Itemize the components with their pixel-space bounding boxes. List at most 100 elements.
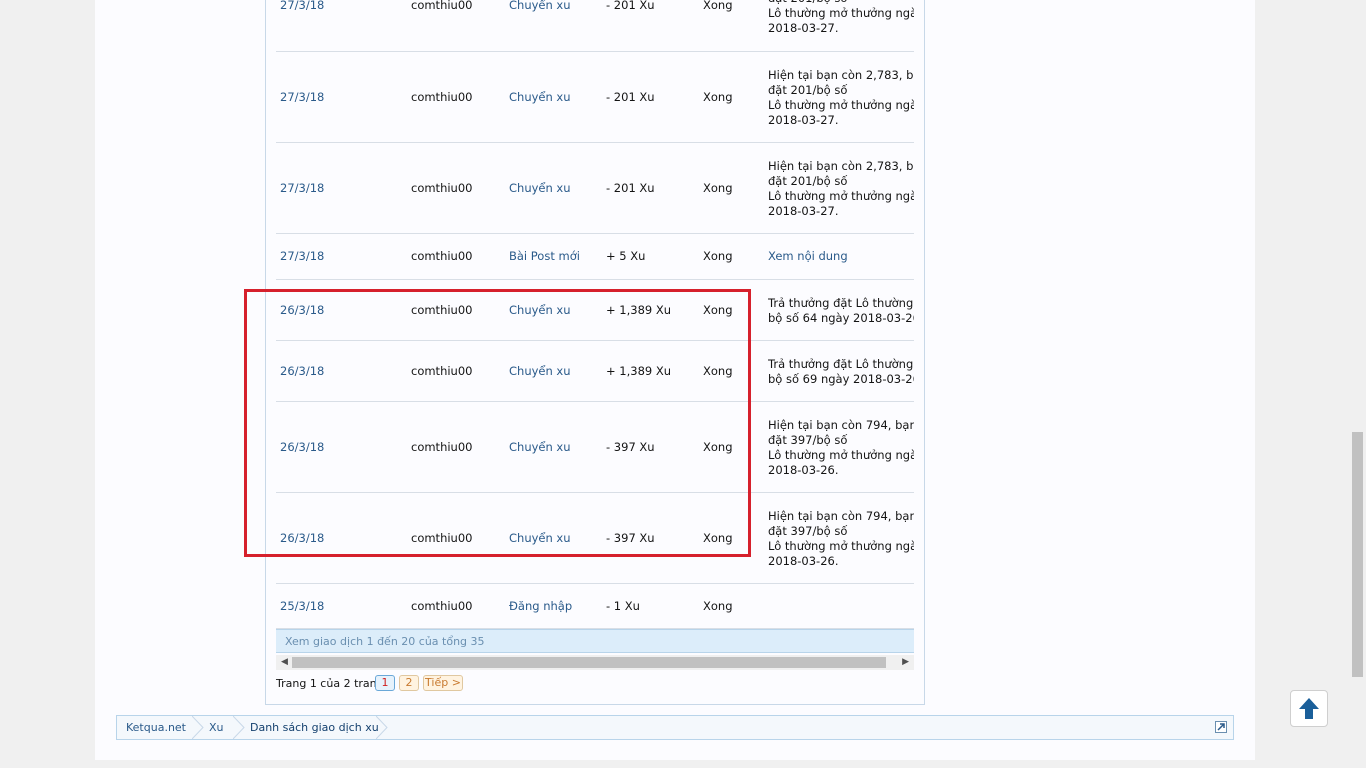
scroll-left-icon[interactable]: ◀	[281, 656, 288, 669]
transaction-user: comthiu00	[411, 0, 473, 12]
transaction-note: Hiện tại bạn còn 2,783, bạnđặt 201/bộ số…	[768, 68, 914, 128]
transaction-user: comthiu00	[411, 90, 473, 104]
transaction-note-line: Lô thường mở thưởng ngày	[768, 539, 914, 553]
transaction-user: comthiu00	[411, 531, 473, 545]
transaction-user: comthiu00	[411, 303, 473, 317]
breadcrumb-item-home[interactable]: Ketqua.net	[126, 716, 186, 739]
breadcrumb-separator-icon	[233, 716, 245, 739]
table-row: 26/3/18 comthiu00 Chuyển xu + 1,389 Xu Xong T…	[276, 341, 914, 402]
scroll-right-icon[interactable]: ▶	[902, 656, 909, 669]
transaction-note: Trả thưởng đặt Lô thường bộ số 64 ngày 20…	[768, 296, 914, 326]
transactions-table: 27/3/18 comthiu00 Chuyển xu - 201 Xu Xong Hiệ…	[276, 0, 914, 629]
transaction-amount: - 1 Xu	[606, 599, 640, 613]
transaction-note-line: 2018-03-27.	[768, 21, 839, 35]
table-row: 27/3/18 comthiu00 Bài Post mới + 5 Xu Xong Xe…	[276, 234, 914, 280]
transaction-note: Trả thưởng đặt Lô thường bộ số 69 ngày 20…	[768, 357, 914, 387]
page-button-1[interactable]: 1	[375, 675, 395, 691]
transaction-amount: - 201 Xu	[606, 90, 655, 104]
transaction-status: Xong	[703, 364, 733, 378]
transaction-date[interactable]: 27/3/18	[280, 90, 324, 105]
transaction-type[interactable]: Chuyển xu	[509, 364, 571, 379]
transaction-user: comthiu00	[411, 249, 473, 263]
scroll-to-top-button[interactable]	[1290, 690, 1328, 727]
table-row: 27/3/18 comthiu00 Chuyển xu - 201 Xu Xong Hiệ…	[276, 143, 914, 234]
transaction-note-line: bộ số 69 ngày 2018-03-26	[768, 372, 914, 386]
transaction-status: Xong	[703, 0, 733, 12]
transaction-note-line: Lô thường mở thưởng ngày	[768, 98, 914, 112]
transaction-user: comthiu00	[411, 599, 473, 613]
transaction-status: Xong	[703, 440, 733, 454]
breadcrumb-item-xu[interactable]: Xu	[209, 716, 224, 739]
transaction-note-line: đặt 201/bộ số	[768, 174, 848, 188]
transaction-amount: + 5 Xu	[606, 249, 646, 263]
transaction-status: Xong	[703, 303, 733, 317]
transaction-type[interactable]: Chuyển xu	[509, 90, 571, 105]
transaction-date[interactable]: 27/3/18	[280, 249, 324, 264]
table-row: 26/3/18 comthiu00 Chuyển xu - 397 Xu Xong Hiệ…	[276, 402, 914, 493]
transaction-amount: - 397 Xu	[606, 531, 655, 545]
horizontal-scrollbar-thumb[interactable]	[292, 657, 886, 668]
transaction-user: comthiu00	[411, 181, 473, 195]
transaction-date[interactable]: 26/3/18	[280, 303, 324, 318]
next-page-button[interactable]: Tiếp >	[423, 675, 463, 691]
breadcrumb: Ketqua.net Xu Danh sách giao dịch xu	[116, 715, 1234, 740]
transaction-note-line: Lô thường mở thưởng ngày	[768, 6, 914, 20]
vertical-scrollbar[interactable]	[1350, 0, 1366, 768]
table-row: 27/3/18 comthiu00 Chuyển xu - 201 Xu Xong Hiệ…	[276, 0, 914, 52]
transaction-amount: + 1,389 Xu	[606, 364, 672, 378]
transaction-note-line: Lô thường mở thưởng ngày	[768, 448, 914, 462]
transaction-type[interactable]: Bài Post mới	[509, 249, 580, 264]
pagination-label: Trang 1 của 2 trang	[276, 677, 384, 690]
transaction-date[interactable]: 27/3/18	[280, 181, 324, 196]
arrow-up-icon	[1299, 698, 1319, 719]
transaction-type[interactable]: Chuyển xu	[509, 531, 571, 546]
transaction-note-line: Trả thưởng đặt Lô thường	[768, 296, 914, 310]
transaction-type[interactable]: Chuyển xu	[509, 303, 571, 318]
transaction-note-line: 2018-03-27.	[768, 204, 839, 218]
transaction-date[interactable]: 26/3/18	[280, 364, 324, 379]
page-button-2[interactable]: 2	[399, 675, 419, 691]
breadcrumb-separator-icon	[192, 716, 204, 739]
breadcrumb-separator-icon	[376, 716, 388, 739]
transaction-note-line: đặt 397/bộ số	[768, 433, 848, 447]
transaction-note-line: Lô thường mở thưởng ngày	[768, 189, 914, 203]
transaction-date[interactable]: 26/3/18	[280, 531, 324, 546]
transaction-note-line: Hiện tại bạn còn 2,783, bạn	[768, 159, 914, 173]
transaction-type[interactable]: Chuyển xu	[509, 440, 571, 455]
vertical-scrollbar-thumb[interactable]	[1352, 432, 1363, 677]
transaction-date[interactable]: 25/3/18	[280, 599, 324, 614]
transaction-note: Hiện tại bạn còn 794, bạn đặt 397/bộ số Lô…	[768, 509, 914, 569]
transaction-amount: - 201 Xu	[606, 181, 655, 195]
transaction-note: Hiện tại bạn còn 794, bạn đặt 397/bộ số Lô…	[768, 418, 914, 478]
breadcrumb-item-current[interactable]: Danh sách giao dịch xu	[250, 716, 379, 739]
table-row: 26/3/18 comthiu00 Chuyển xu - 397 Xu Xong Hiệ…	[276, 493, 914, 584]
transaction-status: Xong	[703, 90, 733, 104]
transaction-note-line: 2018-03-26.	[768, 463, 839, 477]
transaction-note-line: đặt 201/bộ số	[768, 83, 848, 97]
transaction-user: comthiu00	[411, 364, 473, 378]
external-link-icon[interactable]	[1215, 721, 1227, 733]
transaction-type[interactable]: Chuyển xu	[509, 0, 571, 13]
horizontal-scrollbar[interactable]: ◀ ▶	[276, 655, 914, 670]
transaction-note-line: Trả thưởng đặt Lô thường	[768, 357, 914, 371]
transaction-date[interactable]: 27/3/18	[280, 0, 324, 13]
transaction-user: comthiu00	[411, 440, 473, 454]
transaction-note-line: bộ số 64 ngày 2018-03-26	[768, 311, 914, 325]
table-summary-text: Xem giao dịch 1 đến 20 của tổng 35	[285, 635, 485, 648]
transaction-note-line: 2018-03-27.	[768, 113, 839, 127]
transaction-status: Xong	[703, 599, 733, 613]
transaction-note-line: 2018-03-26.	[768, 554, 839, 568]
view-content-link[interactable]: Xem nội dung	[768, 249, 914, 264]
transaction-amount: - 397 Xu	[606, 440, 655, 454]
transaction-type[interactable]: Đăng nhập	[509, 599, 572, 614]
transaction-date[interactable]: 26/3/18	[280, 440, 324, 455]
table-summary-bar: Xem giao dịch 1 đến 20 của tổng 35	[276, 629, 914, 653]
transaction-status: Xong	[703, 531, 733, 545]
table-row: 25/3/18 comthiu00 Đăng nhập - 1 Xu Xong	[276, 584, 914, 629]
transaction-note-line: đặt 397/bộ số	[768, 524, 848, 538]
table-row: 26/3/18 comthiu00 Chuyển xu + 1,389 Xu Xong T…	[276, 280, 914, 341]
transaction-note: Hiện tại bạn còn 2,783, bạnđặt 201/bộ số…	[768, 159, 914, 219]
transaction-type[interactable]: Chuyển xu	[509, 181, 571, 196]
transaction-note-line: Hiện tại bạn còn 794, bạn	[768, 418, 914, 432]
table-row: 27/3/18 comthiu00 Chuyển xu - 201 Xu Xong Hiệ…	[276, 52, 914, 143]
